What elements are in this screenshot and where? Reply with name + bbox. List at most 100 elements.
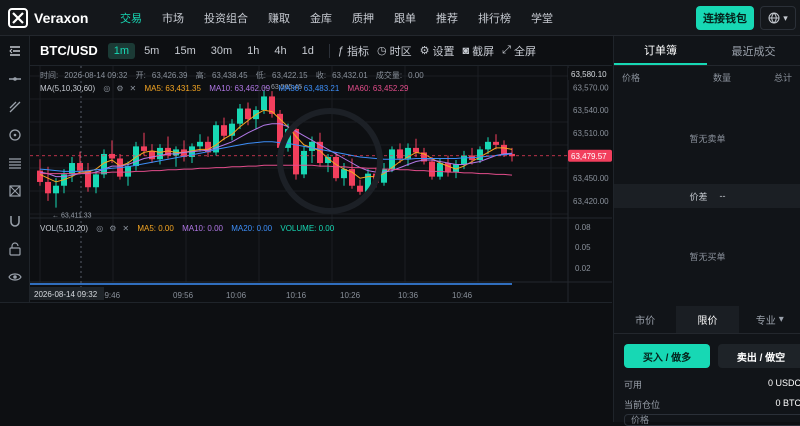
ma-legend-title: MA(5,10,30,60) <box>40 84 96 93</box>
fullscreen-label: 全屏 <box>513 45 536 58</box>
nav-item-7[interactable]: 推荐 <box>426 10 468 26</box>
volume-label: 成交量: <box>375 71 403 80</box>
open-label: 开: <box>135 71 146 80</box>
nav-item-4[interactable]: 金库 <box>300 10 342 26</box>
candle-body <box>357 185 363 192</box>
candle-body <box>221 125 227 136</box>
nav-item-2[interactable]: 投资组合 <box>194 10 258 26</box>
timezone-label: 时区 <box>389 45 412 58</box>
ma60-value: MA60: 63,452.29 <box>347 84 409 93</box>
ma30-value: MA30: 63,483.21 <box>278 84 340 93</box>
logo[interactable]: Veraxon <box>8 8 88 28</box>
screenshot-button[interactable]: ◙ 截屏 <box>463 43 495 59</box>
vol-visibility-icon[interactable]: ◎ <box>96 224 103 233</box>
indicators-button[interactable]: ƒ 指标 <box>338 43 369 59</box>
tab-orderbook[interactable]: 订单簿 <box>614 36 707 65</box>
language-button[interactable]: ▾ <box>760 6 796 30</box>
rectangle-tool-icon[interactable] <box>6 182 24 200</box>
top-bar: Veraxon 交易 市场 投资组合 赚取 金库 质押 跟单 推荐 排行榜 学堂 连接钱包 ▾ <box>0 0 800 36</box>
time-value: 2026-08-14 09:32 <box>64 71 128 80</box>
vol-settings-icon[interactable]: ⚙ <box>109 224 116 233</box>
tab-limit[interactable]: 限价 <box>676 306 739 333</box>
horizontal-line-tool-icon[interactable] <box>6 70 24 88</box>
fullscreen-icon: ⤢ <box>502 44 511 56</box>
time-tick: 10:26 <box>340 291 361 300</box>
high-value: 63,438.45 <box>211 71 248 80</box>
candle-body <box>445 163 451 173</box>
price-tick: 63,570.00 <box>573 83 609 92</box>
visibility-icon[interactable]: ◎ <box>103 84 110 93</box>
spread-value: -- <box>719 191 726 201</box>
gear-icon: ⚙ <box>419 45 430 57</box>
tab-pro[interactable]: 专业 ▾ <box>739 306 800 333</box>
settings-button[interactable]: ⚙ 设置 <box>420 43 455 59</box>
volume-tick: 0.02 <box>575 264 591 273</box>
drawing-toolbar <box>0 36 30 302</box>
price-chart[interactable]: 63,570.0063,540.0063,510.0063,480.0063,4… <box>30 66 612 302</box>
candle-body <box>245 108 251 120</box>
candlestick-chart[interactable]: 63,570.0063,540.0063,510.0063,480.0063,4… <box>30 66 612 302</box>
col-amount: 数量 <box>712 72 731 83</box>
low-label: 低: <box>255 71 266 80</box>
nav-item-1[interactable]: 市场 <box>152 10 194 26</box>
time-tick: 10:46 <box>452 291 473 300</box>
vol-ma5-value: MA5: 0.00 <box>137 224 174 233</box>
fullscreen-button[interactable]: ⤢ 全屏 <box>502 43 536 59</box>
tab-recent-trades[interactable]: 最近成交 <box>707 36 800 65</box>
eye-icon[interactable] <box>6 268 24 286</box>
vol-ma10-value: MA10: 0.00 <box>182 224 223 233</box>
collapse-menu-icon[interactable] <box>6 42 24 60</box>
nav-item-5[interactable]: 质押 <box>342 10 384 26</box>
candle-body <box>237 108 243 124</box>
vol-close-icon[interactable]: ✕ <box>122 224 129 233</box>
connect-wallet-button[interactable]: 连接钱包 <box>696 6 754 30</box>
time-tick: 10:36 <box>398 291 419 300</box>
sell-short-button[interactable]: 卖出 / 做空 <box>718 344 800 368</box>
camera-icon: ◙ <box>462 44 470 57</box>
orderbook-header: 价格 数量 总计 <box>614 66 800 88</box>
nav-item-6[interactable]: 跟单 <box>384 10 426 26</box>
volume-value: 0.00 <box>408 71 424 80</box>
price-tick: 63,420.00 <box>573 197 609 206</box>
timeframe-1m[interactable]: 1m <box>107 42 136 59</box>
nav-item-0[interactable]: 交易 <box>110 10 152 26</box>
price-input[interactable]: 价格 <box>624 414 800 426</box>
candle-body <box>301 150 307 175</box>
nav-item-8[interactable]: 排行榜 <box>468 10 521 26</box>
chevron-down-icon: ▾ <box>783 12 788 23</box>
timezone-button[interactable]: ◷ 时区 <box>377 43 412 59</box>
timeframe-1h[interactable]: 1h <box>241 43 265 59</box>
buy-long-button[interactable]: 买入 / 做多 <box>624 344 710 368</box>
circle-tool-icon[interactable] <box>6 126 24 144</box>
screenshot-label: 截屏 <box>472 45 495 58</box>
legend-settings-icon[interactable]: ⚙ <box>116 84 123 93</box>
candle-body <box>437 163 443 177</box>
magnet-icon[interactable] <box>6 212 24 230</box>
close-icon[interactable]: ✕ <box>130 84 137 93</box>
veraxon-logo-icon <box>8 8 28 28</box>
globe-icon <box>768 12 780 24</box>
candle-body <box>261 96 267 111</box>
timeframe-30m[interactable]: 30m <box>205 43 238 59</box>
candle-body <box>157 147 163 160</box>
time-tick: 09:56 <box>173 291 194 300</box>
order-type-tabs: 市价 限价 专业 ▾ <box>614 306 800 334</box>
fibonacci-tool-icon[interactable] <box>6 154 24 172</box>
price-tick: 63,510.00 <box>573 129 609 138</box>
candle-body <box>77 163 83 171</box>
candle-body <box>125 166 131 177</box>
timeframe-15m[interactable]: 15m <box>168 43 201 59</box>
nav-item-9[interactable]: 学堂 <box>521 10 563 26</box>
trend-line-tool-icon[interactable] <box>6 98 24 116</box>
vol-volume-value: VOLUME: 0.00 <box>280 224 335 233</box>
timeframe-4h[interactable]: 4h <box>268 43 292 59</box>
price-tick: 63,450.00 <box>573 174 609 183</box>
nav-item-3[interactable]: 赚取 <box>258 10 300 26</box>
timeframe-5m[interactable]: 5m <box>138 43 165 59</box>
unlock-icon[interactable] <box>6 240 24 258</box>
timeframe-1d[interactable]: 1d <box>296 43 320 59</box>
volume-tick: 0.08 <box>575 223 591 232</box>
current-price-label: 63,479.57 <box>571 152 607 161</box>
trading-pair[interactable]: BTC/USD <box>40 43 98 58</box>
tab-market[interactable]: 市价 <box>614 306 676 333</box>
